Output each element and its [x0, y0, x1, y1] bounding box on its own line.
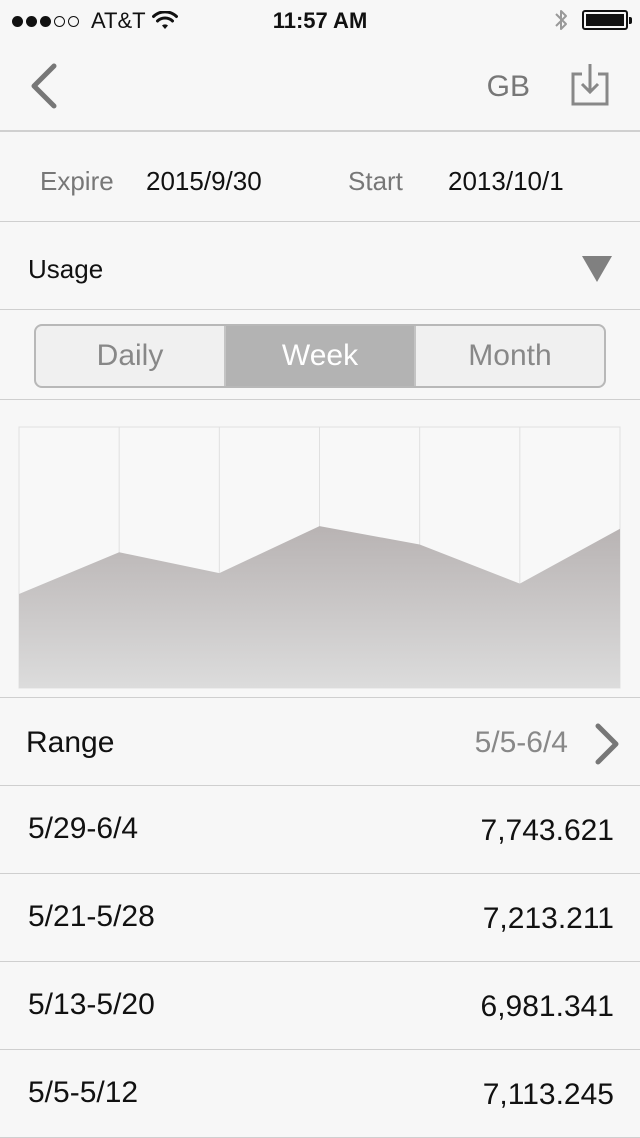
usage-area-chart: [18, 426, 621, 689]
expire-date: 2015/9/30: [146, 166, 262, 196]
export-button[interactable]: [570, 60, 610, 108]
bluetooth-icon: [555, 10, 567, 30]
range-label: Range: [26, 726, 115, 759]
contract-dates-row: Expire 2015/9/30 Start 2013/10/1: [0, 132, 640, 222]
battery-level: [586, 14, 624, 26]
usage-chart: [0, 400, 640, 698]
usage-selector-row[interactable]: Usage: [0, 222, 640, 310]
start-date: 2013/10/1: [448, 166, 564, 196]
range-row[interactable]: Range 5/5-6/4: [0, 698, 640, 786]
back-button[interactable]: [24, 60, 68, 112]
period-segment-row: Daily Week Month: [0, 310, 640, 400]
usage-amount: 7,743.621: [480, 814, 614, 847]
expire-label: Expire: [40, 166, 114, 196]
usage-row[interactable]: 5/29-6/4 7,743.621: [0, 786, 640, 874]
battery-icon: [582, 10, 632, 30]
usage-amount: 6,981.341: [480, 990, 614, 1023]
period-label: 5/21-5/28: [28, 900, 155, 933]
usage-row[interactable]: 5/13-5/20 6,981.341: [0, 962, 640, 1050]
segment-daily[interactable]: Daily: [36, 326, 224, 386]
usage-label: Usage: [28, 254, 104, 284]
usage-row[interactable]: 5/21-5/28 7,213.211: [0, 874, 640, 962]
period-label: 5/5-5/12: [28, 1076, 139, 1109]
status-right: [554, 8, 632, 32]
period-segmented-control: Daily Week Month: [34, 324, 606, 388]
triangle-down-icon[interactable]: [582, 256, 612, 282]
navigation-bar: GB: [0, 40, 640, 132]
status-time: 11:57 AM: [272, 8, 368, 33]
unit-button[interactable]: GB: [487, 70, 530, 104]
usage-list: 5/29-6/4 7,743.621 5/21-5/28 7,213.211 5/13-…: [0, 786, 640, 1138]
chevron-left-icon: [31, 63, 57, 109]
segment-week[interactable]: Week: [224, 326, 414, 386]
period-label: 5/13-5/20: [28, 988, 155, 1021]
start-label: Start: [348, 166, 403, 196]
usage-row[interactable]: 5/5-5/12 7,113.245: [0, 1050, 640, 1138]
range-value: 5/5-6/4: [474, 726, 568, 759]
period-label: 5/29-6/4: [28, 812, 139, 845]
download-icon: [571, 64, 609, 106]
status-bar: AT&T 11:57 AM: [0, 0, 640, 40]
segment-month[interactable]: Month: [414, 326, 604, 386]
chevron-right-icon[interactable]: [590, 722, 622, 766]
usage-amount: 7,213.211: [482, 902, 614, 935]
usage-amount: 7,113.245: [482, 1078, 614, 1111]
